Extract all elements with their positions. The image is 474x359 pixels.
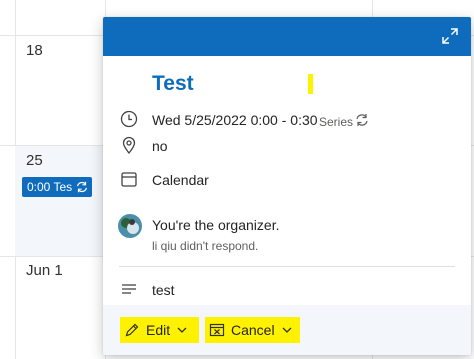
- day-number[interactable]: 18: [26, 42, 43, 59]
- description-lines-icon: [122, 284, 136, 294]
- event-chip-label: 0:00 Tes: [27, 180, 73, 194]
- recurrence-icon: [77, 181, 87, 193]
- pencil-icon: [125, 323, 139, 337]
- calendar-view: 18 25 Jun 1 0:00 Tes i Test Wed 5: [0, 0, 474, 359]
- cancel-button-label: Cancel: [231, 322, 275, 338]
- highlight-marker: [308, 74, 313, 94]
- event-calendar-name: Calendar: [152, 172, 209, 188]
- popup-header: [103, 17, 471, 56]
- edit-button[interactable]: Edit: [120, 317, 199, 343]
- chevron-down-icon: [282, 327, 292, 333]
- attendee-response: li qiu didn't respond.: [152, 239, 259, 253]
- divider: [119, 266, 455, 267]
- event-description: test: [152, 282, 175, 298]
- event-location: no: [152, 138, 168, 154]
- day-number[interactable]: 25: [26, 152, 43, 169]
- series-label: Series: [319, 115, 354, 129]
- cancel-button[interactable]: Cancel: [205, 317, 300, 343]
- organizer-text: You're the organizer.: [152, 217, 280, 233]
- expand-icon[interactable]: [441, 27, 459, 45]
- calendar-icon: [121, 172, 137, 187]
- location-pin-icon: [122, 136, 136, 155]
- calendar-event-chip[interactable]: 0:00 Tes: [22, 177, 92, 197]
- event-title: Test: [152, 72, 194, 95]
- chevron-down-icon: [177, 327, 187, 333]
- clock-icon: [120, 110, 138, 128]
- cancel-calendar-icon: [209, 323, 225, 337]
- day-number[interactable]: Jun 1: [26, 262, 63, 279]
- recurrence-icon: [356, 114, 368, 126]
- event-popup: Test Wed 5/25/2022 0:00 - 0:30 Series no…: [103, 17, 471, 355]
- event-datetime: Wed 5/25/2022 0:00 - 0:30: [152, 112, 318, 128]
- avatar: [118, 214, 142, 238]
- edit-button-label: Edit: [146, 322, 171, 338]
